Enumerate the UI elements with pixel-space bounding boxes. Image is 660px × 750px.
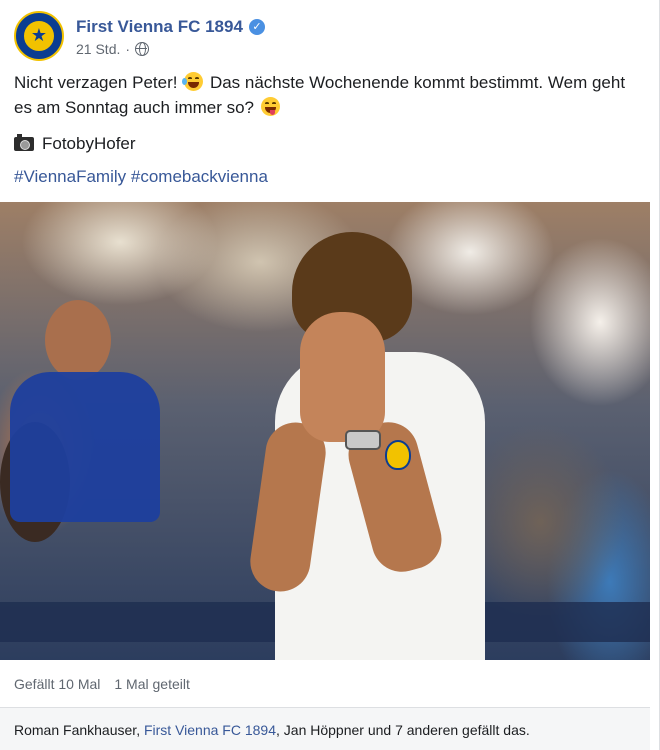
likes-count[interactable]: Gefällt 10 Mal bbox=[14, 676, 100, 692]
winking-tongue-emoji-icon bbox=[260, 97, 280, 116]
likers-summary: Roman Fankhauser, First Vienna FC 1894, … bbox=[14, 722, 530, 738]
facebook-post: ★ First Vienna FC 1894 ✓ 21 Std. · Nicht… bbox=[0, 0, 660, 750]
liker-separator: , bbox=[276, 722, 284, 738]
player-hands bbox=[300, 312, 385, 442]
shares-count[interactable]: 1 Mal geteilt bbox=[114, 676, 189, 692]
page-avatar[interactable]: ★ bbox=[14, 11, 64, 61]
liker-roman-fankhauser[interactable]: Roman Fankhauser bbox=[14, 722, 136, 738]
liker-first-vienna[interactable]: First Vienna FC 1894 bbox=[144, 722, 276, 738]
post-text-line2: Das nächste Wochenende kommt bestimmt. W… bbox=[209, 73, 588, 92]
meta-separator: · bbox=[125, 40, 131, 57]
rolling-laughing-emoji-icon bbox=[182, 72, 204, 91]
globe-icon[interactable] bbox=[135, 41, 150, 56]
post-photo[interactable] bbox=[0, 202, 650, 660]
hashtags: #ViennaFamily #comebackvienna bbox=[14, 164, 268, 189]
post-header: ★ First Vienna FC 1894 ✓ 21 Std. · bbox=[14, 10, 265, 62]
photo-credit: FotobyHofer bbox=[14, 131, 136, 156]
camera-icon bbox=[14, 133, 34, 151]
page-name-link[interactable]: First Vienna FC 1894 bbox=[76, 17, 243, 37]
post-timestamp[interactable]: 21 Std. bbox=[76, 41, 120, 57]
page-name-row: First Vienna FC 1894 ✓ bbox=[76, 16, 265, 38]
club-crest-icon: ★ bbox=[30, 25, 48, 45]
spectator-head bbox=[45, 300, 111, 380]
spectator-blue-shirt bbox=[10, 372, 160, 522]
likers-rest[interactable]: Jan Höppner und 7 anderen gefällt das. bbox=[284, 722, 530, 738]
post-text: Nicht verzagen Peter! Das nächste Wochen… bbox=[14, 70, 644, 120]
post-text-line1: Nicht verzagen Peter! bbox=[14, 73, 178, 92]
header-text: First Vienna FC 1894 ✓ 21 Std. · bbox=[76, 16, 265, 57]
hashtag-comebackvienna[interactable]: #comebackvienna bbox=[131, 167, 268, 186]
wristwatch bbox=[345, 430, 381, 450]
photo-credit-text: FotobyHofer bbox=[42, 134, 136, 153]
post-stats: Gefällt 10 Mal 1 Mal geteilt bbox=[14, 676, 204, 692]
post-meta: 21 Std. · bbox=[76, 41, 265, 57]
club-badge-on-shirt bbox=[385, 440, 411, 470]
hashtag-viennafamily[interactable]: #ViennaFamily bbox=[14, 167, 126, 186]
verified-badge-icon: ✓ bbox=[248, 18, 265, 35]
liker-separator: , bbox=[136, 722, 144, 738]
